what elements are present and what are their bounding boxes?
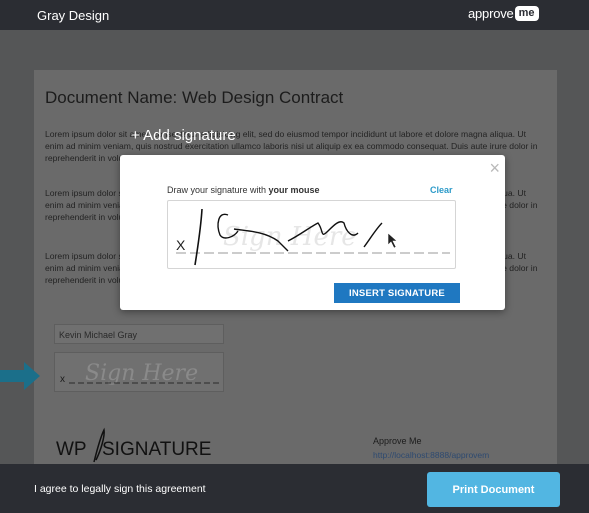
top-bar: Gray Design approve me	[0, 0, 589, 30]
insert-signature-button[interactable]: INSERT SIGNATURE	[334, 283, 460, 303]
sign-x-mark: x	[60, 374, 65, 385]
signature-modal: × Draw your signature with your mouse Cl…	[120, 155, 505, 310]
clear-button[interactable]: Clear	[430, 185, 453, 195]
mouse-cursor-icon	[387, 232, 398, 249]
wp-esignature-logo: WP SIGNATURE	[54, 426, 224, 464]
signer-name-field[interactable]: Kevin Michael Gray	[54, 324, 224, 344]
approve-me-link[interactable]: http://localhost:8888/approvem	[373, 450, 489, 460]
brand-badge: me	[514, 6, 539, 21]
approveme-logo: approve me	[468, 6, 539, 21]
document-title: Document Name: Web Design Contract	[45, 88, 344, 107]
agree-text: I agree to legally sign this agreement	[34, 483, 206, 495]
brand-word: approve	[468, 6, 514, 21]
app-title: Gray Design	[37, 8, 110, 23]
sign-here-line: x Sign Here	[60, 361, 220, 386]
signature-field[interactable]: x Sign Here	[54, 352, 224, 392]
wp-logo-right: SIGNATURE	[102, 439, 211, 460]
add-signature-label: + Add signature	[131, 127, 236, 144]
bottom-bar: I agree to legally sign this agreement P…	[0, 464, 589, 513]
approve-me-label: Approve Me	[373, 436, 422, 446]
wp-logo-left: WP	[56, 439, 87, 460]
print-document-button[interactable]: Print Document	[427, 472, 560, 507]
instruction-text: Draw your signature with	[167, 185, 269, 195]
signature-pad[interactable]: Sign Here X	[167, 200, 456, 269]
signature-canvas: Sign Here X	[176, 208, 450, 266]
draw-instruction: Draw your signature with your mouse	[167, 185, 320, 195]
arrow-right-icon	[0, 362, 40, 390]
sign-watermark: Sign Here	[85, 361, 198, 386]
instruction-bold: your mouse	[268, 185, 320, 195]
pad-x-mark: X	[176, 237, 186, 253]
close-icon[interactable]: ×	[489, 158, 500, 179]
pad-watermark: Sign Here	[223, 222, 357, 252]
